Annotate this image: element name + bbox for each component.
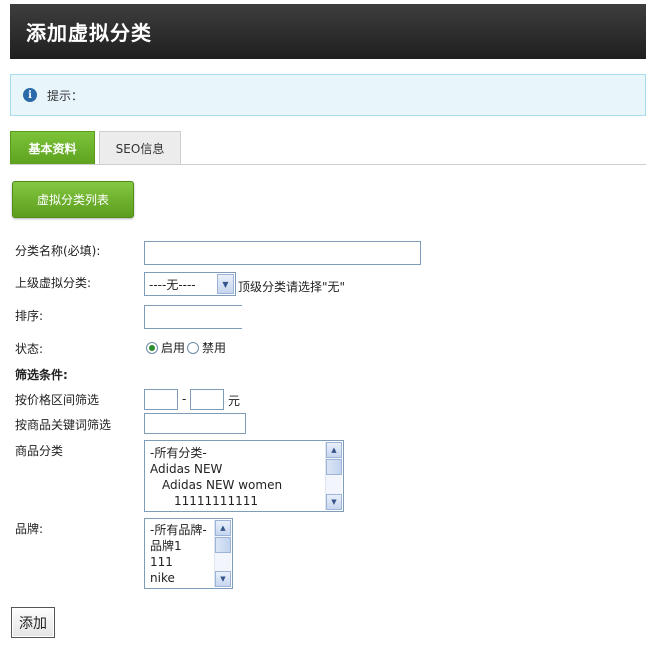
tab-seo[interactable]: SEO信息 (99, 131, 181, 164)
price-max-input[interactable] (190, 389, 224, 410)
page-title: 添加虚拟分类 (26, 21, 152, 45)
status-label: 状态: (15, 342, 44, 356)
scroll-down-icon[interactable]: ▼ (215, 571, 231, 587)
tab-basic-info[interactable]: 基本资料 (10, 131, 95, 164)
add-button[interactable]: 添加 (11, 607, 55, 638)
parent-selected-value: ----无---- (149, 277, 196, 292)
category-name-input[interactable] (144, 241, 421, 265)
status-radio-group: 启用 禁用 (146, 339, 228, 356)
parent-label: 上级虚拟分类: (15, 276, 92, 290)
keyword-input[interactable] (144, 413, 246, 434)
category-label: 商品分类 (15, 444, 64, 458)
brand-label: 品牌: (15, 522, 44, 536)
status-disabled-radio[interactable] (187, 341, 200, 354)
scroll-thumb[interactable] (326, 459, 342, 475)
parent-hint: 顶级分类请选择"无" (238, 280, 346, 294)
status-disabled-label: 禁用 (202, 341, 227, 355)
parent-category-select[interactable]: ----无---- ▼ (144, 272, 236, 296)
price-min-input[interactable] (144, 389, 178, 410)
brand-scrollbar[interactable]: ▲ ▼ (214, 520, 231, 587)
price-label: 按价格区间筛选 (15, 393, 100, 407)
page-header: 添加虚拟分类 (10, 4, 646, 59)
notice-text: 提示： (47, 88, 84, 103)
status-enabled-radio[interactable] (146, 341, 158, 354)
tab-bar: 基本资料 SEO信息 (10, 131, 646, 165)
notice-bar: i 提示： (10, 74, 646, 116)
scroll-up-icon[interactable]: ▲ (215, 520, 231, 536)
sort-input[interactable] (144, 305, 242, 329)
chevron-down-icon[interactable]: ▼ (217, 274, 234, 294)
price-separator: - (182, 392, 187, 406)
filter-heading: 筛选条件: (15, 368, 68, 382)
status-enabled-label: 启用 (161, 341, 186, 355)
scroll-up-icon[interactable]: ▲ (326, 442, 342, 458)
list-item[interactable]: 11111111111 (145, 493, 343, 509)
virtual-category-list-button[interactable]: 虚拟分类列表 (12, 181, 134, 218)
list-item[interactable]: Adidas NEW women (145, 477, 343, 493)
keyword-label: 按商品关键词筛选 (15, 418, 112, 432)
category-listbox[interactable]: -所有分类- Adidas NEW Adidas NEW women 11111… (144, 440, 344, 512)
brand-listbox[interactable]: -所有品牌- 品牌1 111 nike ▲ ▼ (144, 518, 233, 589)
list-item[interactable]: -所有分类- (145, 445, 343, 461)
scroll-thumb[interactable] (215, 537, 231, 553)
name-label: 分类名称(必填): (15, 244, 101, 258)
info-icon: i (23, 88, 37, 102)
category-scrollbar[interactable]: ▲ ▼ (325, 442, 342, 510)
scroll-down-icon[interactable]: ▼ (326, 494, 342, 510)
sort-label: 排序: (15, 309, 44, 323)
list-item[interactable]: Adidas NEW (145, 461, 343, 477)
price-unit: 元 (228, 394, 241, 408)
